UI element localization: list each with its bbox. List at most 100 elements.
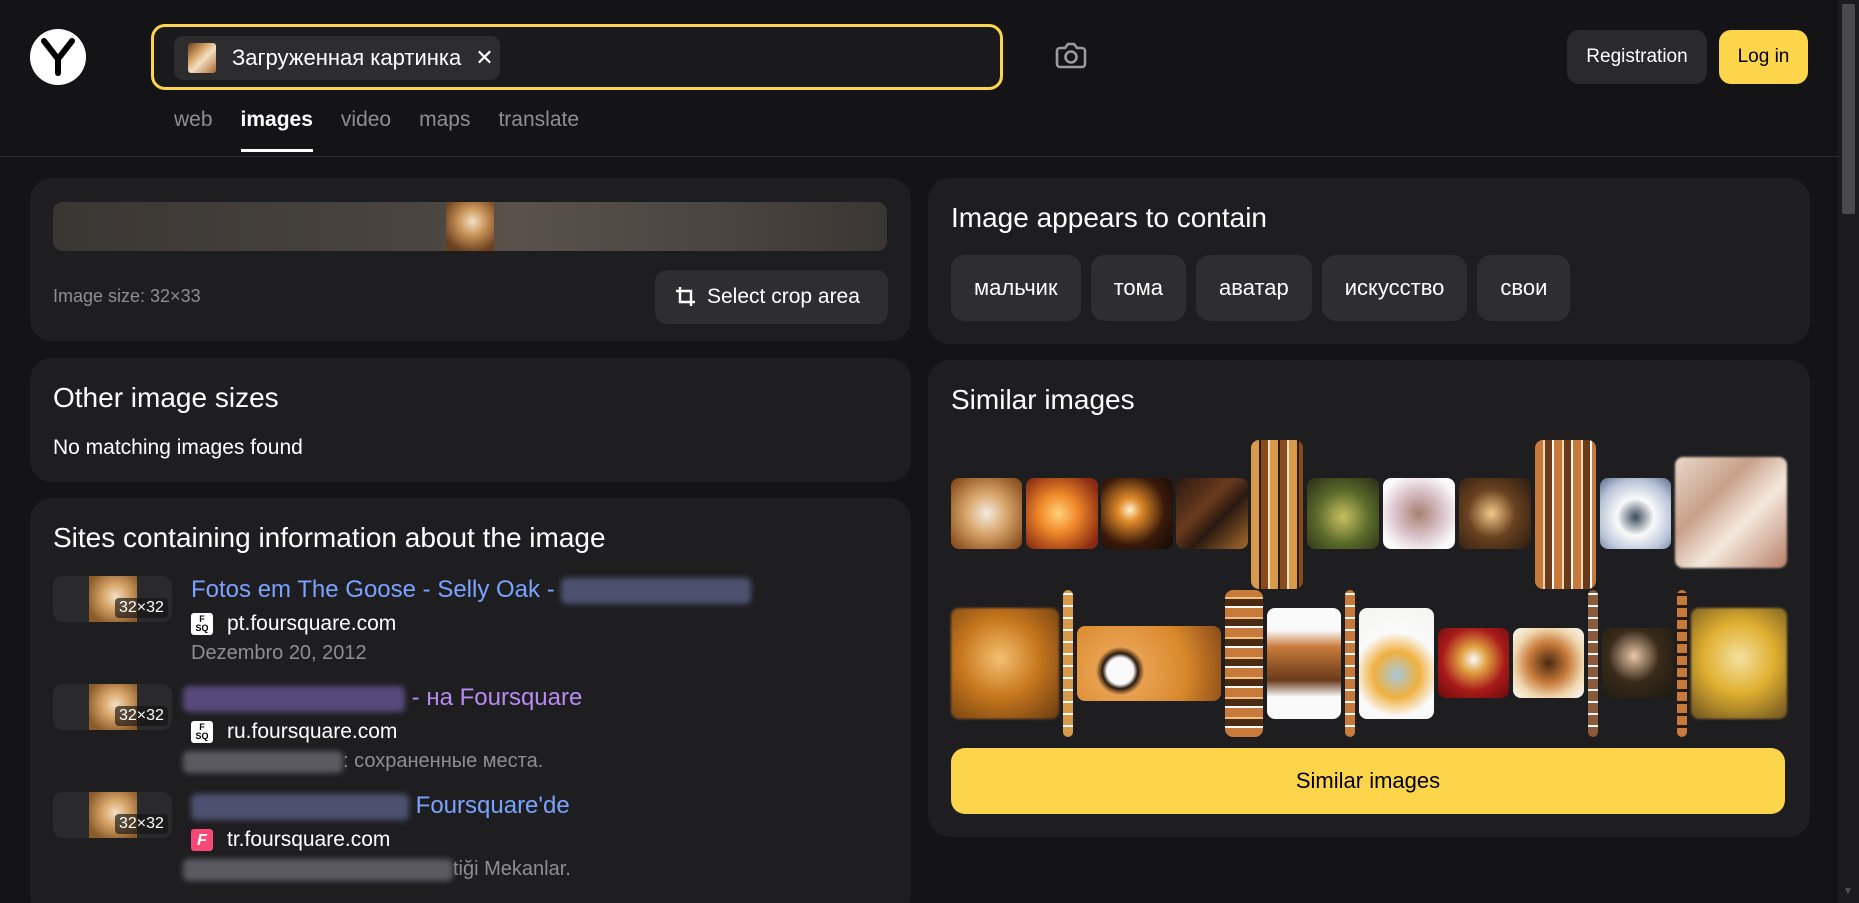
yandex-y-icon	[41, 38, 75, 76]
similar-image[interactable]	[1459, 478, 1531, 549]
other-sizes-title: Other image sizes	[53, 382, 279, 413]
page-scrollbar[interactable]: ▼	[1838, 0, 1859, 903]
site-title-link[interactable]: - на Foursquare	[183, 684, 582, 712]
site-host-text: pt.foursquare.com	[227, 612, 397, 635]
select-crop-area-button[interactable]: Select crop area	[655, 270, 888, 324]
similar-image[interactable]	[1251, 440, 1303, 589]
select-crop-area-label: Select crop area	[707, 285, 860, 308]
tab-images[interactable]: images	[240, 108, 313, 152]
size-badge: 32×32	[115, 598, 168, 618]
image-size-text: Image size: 32×33	[53, 286, 201, 306]
other-sizes-card: Other image sizes No matching images fou…	[30, 358, 911, 482]
site-title-link[interactable]: Fotos em The Goose - Selly Oak -	[191, 576, 752, 604]
similar-image[interactable]	[1588, 590, 1598, 737]
site-title-text: - на Foursquare	[411, 684, 583, 711]
site-snippet: tiği Mekanlar.	[183, 858, 571, 881]
image-preview-strip	[53, 202, 887, 251]
tag-chip[interactable]: свои	[1477, 255, 1571, 321]
similar-image[interactable]	[1691, 608, 1787, 719]
similar-image[interactable]	[1600, 478, 1671, 549]
redacted-text	[183, 685, 405, 712]
image-contains-card: Image appears to contain мальчик тома ав…	[928, 178, 1810, 344]
site-thumbnail[interactable]: 32×32	[53, 792, 172, 838]
redacted-text	[191, 793, 409, 820]
similar-images-title: Similar images	[951, 384, 1135, 415]
redacted-text	[183, 858, 453, 881]
site-result: 32×32 Fotos em The Goose - Selly Oak - F…	[53, 576, 873, 676]
similar-image[interactable]	[951, 608, 1059, 719]
site-snippet-text: : сохраненные места.	[343, 750, 544, 772]
foursquare-icon: F SQ	[191, 613, 213, 635]
tag-chip[interactable]: мальчик	[951, 255, 1081, 321]
similar-image[interactable]	[1602, 628, 1673, 698]
no-matching-text: No matching images found	[53, 436, 303, 459]
site-title-link[interactable]: Foursquare'de	[191, 792, 570, 820]
site-date: Dezembro 20, 2012	[191, 642, 367, 664]
scrollbar-thumb[interactable]	[1842, 4, 1855, 214]
search-box[interactable]: Загруженная картинка ✕	[151, 24, 1003, 90]
similar-image[interactable]	[1267, 608, 1341, 719]
sites-card: Sites containing information about the i…	[30, 498, 911, 903]
site-host[interactable]: F SQ pt.foursquare.com	[191, 612, 396, 636]
tag-chip[interactable]: тома	[1090, 255, 1187, 321]
contains-title: Image appears to contain	[951, 202, 1267, 233]
uploaded-image-thumbnail	[188, 43, 216, 73]
registration-button[interactable]: Registration	[1567, 30, 1707, 84]
tag-chip[interactable]: аватар	[1196, 255, 1312, 321]
site-host-text: tr.foursquare.com	[227, 828, 391, 851]
site-result: 32×32 - на Foursquare F SQ ru.foursquare.…	[53, 684, 873, 784]
site-title-text: Fotos em The Goose - Selly Oak -	[191, 576, 555, 603]
tag-chip[interactable]: искусство	[1321, 255, 1468, 321]
similar-image[interactable]	[1307, 478, 1379, 549]
site-result: 32×32 Foursquare'de F tr.foursquare.com …	[53, 792, 873, 892]
header-divider	[0, 156, 1838, 157]
similar-image[interactable]	[1026, 478, 1098, 549]
site-snippet: : сохраненные места.	[183, 750, 543, 773]
similar-image[interactable]	[1383, 478, 1455, 549]
uploaded-image-label: Загруженная картинка	[232, 45, 462, 70]
site-snippet-text: tiği Mekanlar.	[453, 858, 571, 880]
image-preview-card: Image size: 32×33 Select crop area	[30, 178, 911, 341]
similar-image[interactable]	[1438, 628, 1509, 698]
site-title-text: Foursquare'de	[415, 792, 570, 819]
tab-video[interactable]: video	[341, 108, 391, 152]
redacted-text	[183, 750, 343, 773]
similar-image[interactable]	[1513, 628, 1584, 698]
sites-title: Sites containing information about the i…	[53, 522, 606, 553]
similar-image[interactable]	[1677, 590, 1687, 737]
similar-image[interactable]	[1176, 478, 1248, 549]
similar-image[interactable]	[951, 478, 1022, 549]
similar-image[interactable]	[1225, 590, 1263, 737]
site-host[interactable]: F tr.foursquare.com	[191, 828, 390, 852]
site-thumbnail[interactable]: 32×32	[53, 576, 172, 622]
scroll-down-arrow-icon[interactable]: ▼	[1843, 886, 1853, 897]
foursquare-icon: F SQ	[191, 721, 213, 743]
size-badge: 32×32	[115, 814, 168, 834]
tab-web[interactable]: web	[174, 108, 213, 152]
image-preview[interactable]	[446, 202, 494, 251]
similar-images-card: Similar images Similar images	[928, 360, 1810, 837]
close-icon[interactable]: ✕	[475, 45, 493, 71]
tag-list: мальчик тома аватар искусство свои	[951, 255, 1571, 321]
yandex-logo[interactable]	[30, 29, 86, 85]
similar-images-button[interactable]: Similar images	[951, 748, 1785, 814]
site-host[interactable]: F SQ ru.foursquare.com	[191, 720, 397, 744]
size-badge: 32×32	[115, 706, 168, 726]
uploaded-image-chip[interactable]: Загруженная картинка ✕	[174, 36, 500, 80]
similar-image[interactable]	[1063, 590, 1073, 737]
tab-translate[interactable]: translate	[498, 108, 579, 152]
redacted-text	[561, 577, 752, 604]
similar-image[interactable]	[1077, 626, 1221, 701]
similar-image[interactable]	[1101, 478, 1173, 549]
similar-image[interactable]	[1535, 440, 1596, 589]
camera-icon[interactable]	[1052, 36, 1090, 74]
login-button[interactable]: Log in	[1719, 30, 1808, 84]
search-tabs: web images video maps translate	[174, 108, 579, 152]
tab-maps[interactable]: maps	[419, 108, 470, 152]
similar-image[interactable]	[1675, 457, 1787, 568]
similar-image[interactable]	[1345, 590, 1355, 737]
crop-icon	[676, 287, 695, 306]
site-thumbnail[interactable]: 32×32	[53, 684, 172, 730]
similar-image[interactable]	[1359, 608, 1434, 719]
foursquare-f-icon: F	[191, 829, 213, 851]
